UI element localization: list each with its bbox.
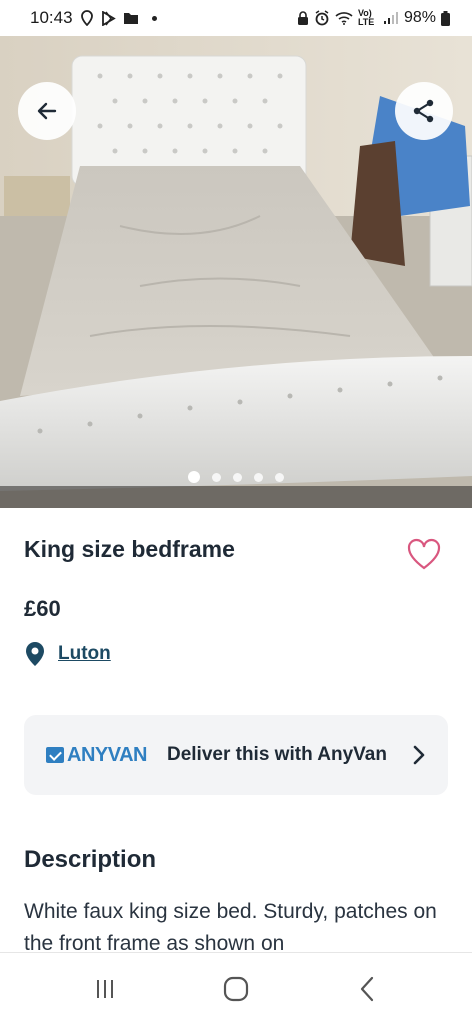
home-icon <box>223 976 249 1001</box>
alarm-icon <box>315 10 329 26</box>
status-right: Vo) LTE 98% <box>297 9 450 27</box>
location-link[interactable]: Luton <box>58 643 111 665</box>
gallery-dot-1[interactable] <box>188 471 200 483</box>
chevron-right-icon <box>413 745 425 765</box>
wifi-icon <box>335 12 353 25</box>
anyvan-brand: ANYVAN <box>67 743 147 766</box>
notification-dot-icon <box>151 15 157 21</box>
back-button[interactable] <box>18 82 76 140</box>
recent-apps-icon <box>97 979 114 998</box>
share-button[interactable] <box>395 82 453 140</box>
listing-title: King size bedframe <box>24 536 235 562</box>
anyvan-check-icon <box>46 747 64 763</box>
recent-apps-button[interactable] <box>75 964 135 1014</box>
system-navigation-bar <box>0 952 472 1024</box>
gallery-dot-3[interactable] <box>233 472 242 482</box>
gallery-dot-5[interactable] <box>275 472 284 482</box>
listing-location: Luton <box>24 641 111 667</box>
heart-outline-icon <box>407 538 441 570</box>
gallery-pagination <box>0 471 472 483</box>
description-heading: Description <box>24 846 157 873</box>
delivery-label: Deliver this with AnyVan <box>166 744 387 765</box>
system-back-button[interactable] <box>337 964 397 1014</box>
home-button[interactable] <box>206 964 266 1014</box>
gallery-dot-4[interactable] <box>254 472 263 482</box>
map-pin-icon <box>26 642 44 666</box>
favorite-button[interactable] <box>406 537 442 573</box>
status-left: 10:43 <box>30 8 157 28</box>
description-text: White faux king size bed. Sturdy, patche… <box>24 900 437 952</box>
signal-icon <box>383 12 398 24</box>
listing-price: £60 <box>24 596 61 621</box>
anyvan-delivery-card[interactable]: ANYVAN Deliver this with AnyVan <box>24 715 448 795</box>
network-type: Vo) LTE <box>357 8 375 27</box>
status-time: 10:43 <box>30 8 73 27</box>
listing-image-gallery[interactable] <box>0 36 472 508</box>
location-pin-status-icon <box>80 10 93 26</box>
anyvan-logo: ANYVAN <box>46 744 147 767</box>
gallery-dot-2[interactable] <box>212 472 221 482</box>
status-bar: 10:43 Vo) LTE 98% <box>0 0 472 36</box>
folder-icon <box>123 13 138 24</box>
battery-icon <box>441 10 450 26</box>
lock-status-icon <box>297 10 308 25</box>
play-store-icon <box>101 10 116 26</box>
battery-level: 98% <box>403 9 436 26</box>
share-icon <box>413 99 434 123</box>
arrow-left-icon <box>37 102 57 120</box>
chevron-left-icon <box>360 976 373 1001</box>
